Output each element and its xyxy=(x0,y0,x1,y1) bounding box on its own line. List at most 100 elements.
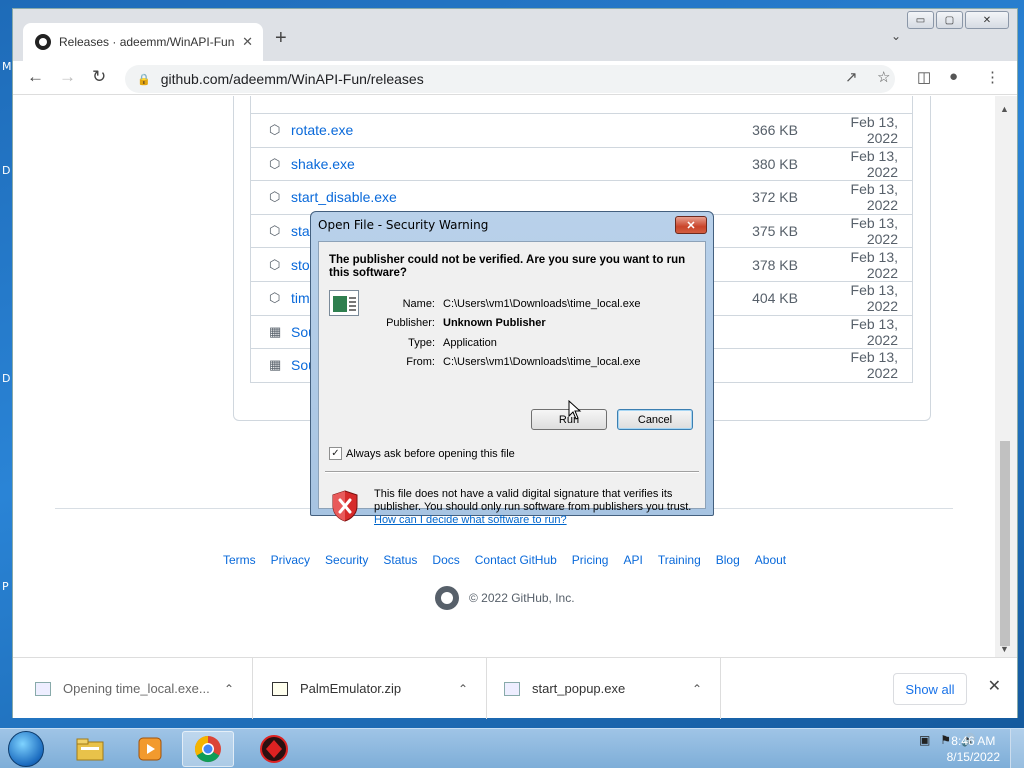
asset-name-link[interactable]: rotate.exe xyxy=(291,122,718,138)
download-item[interactable]: start_popup.exe ⌃ xyxy=(488,658,721,719)
dialog-close-button[interactable]: ✕ xyxy=(675,216,707,234)
asset-size: 375 KB xyxy=(752,223,798,240)
address-bar[interactable]: 🔒 github.com/adeemm/WinAPI-Fun/releases xyxy=(125,65,895,93)
dialog-body: The publisher could not be verified. Are… xyxy=(318,241,706,526)
warning-text: This file does not have a valid digital … xyxy=(374,488,692,513)
mouse-cursor-icon xyxy=(568,400,582,420)
download-name: start_popup.exe xyxy=(532,681,626,696)
download-item[interactable]: Opening time_local.exe... ⌃ xyxy=(13,658,253,719)
clock-date: 8/15/2022 xyxy=(946,750,1000,764)
close-shelf-icon[interactable]: ✕ xyxy=(988,676,1001,696)
footer-link-contact[interactable]: Contact GitHub xyxy=(475,553,557,567)
browser-toolbar: ← → ↻ 🔒 github.com/adeemm/WinAPI-Fun/rel… xyxy=(13,61,1017,95)
from-label: From: xyxy=(406,356,435,368)
github-logo-icon[interactable] xyxy=(435,586,459,610)
tab-close-icon[interactable]: ✕ xyxy=(242,34,253,50)
always-ask-checkbox[interactable]: ✓ Always ask before opening this file xyxy=(329,447,515,460)
close-window-button[interactable]: ✕ xyxy=(965,11,1009,29)
footer-link-privacy[interactable]: Privacy xyxy=(271,553,310,567)
asset-name-link[interactable]: start_disable.exe xyxy=(291,189,718,205)
lock-icon: 🔒 xyxy=(137,73,151,86)
start-button[interactable] xyxy=(8,731,44,767)
footer-link-blog[interactable]: Blog xyxy=(716,553,740,567)
scroll-up-icon[interactable]: ▲ xyxy=(1000,104,1009,114)
show-all-button[interactable]: Show all xyxy=(893,673,967,705)
asset-date: Feb 13, 2022 xyxy=(850,147,898,180)
dialog-title: Open File - Security Warning xyxy=(318,218,489,232)
tab-releases[interactable]: Releases · adeemm/WinAPI-Fun ✕ xyxy=(23,23,263,61)
checkbox-label: Always ask before opening this file xyxy=(346,447,515,460)
taskbar: ▣ ⚑ 🔊 8:46 AM 8/15/2022 xyxy=(0,728,1024,768)
publisher-row: Publisher: Unknown Publisher xyxy=(359,317,546,329)
desktop-icon-label: P xyxy=(2,580,9,593)
show-desktop-button[interactable] xyxy=(1010,729,1024,768)
explorer-taskbar-icon[interactable] xyxy=(64,731,116,767)
chevron-up-icon[interactable]: ⌃ xyxy=(224,682,234,696)
media-player-taskbar-icon[interactable] xyxy=(124,731,176,767)
zip-icon: ▦ xyxy=(269,323,282,339)
application-icon xyxy=(329,290,359,316)
menu-kebab-icon[interactable]: ⋮ xyxy=(985,68,1000,86)
dialog-headline: The publisher could not be verified. Are… xyxy=(329,254,686,279)
scroll-down-icon[interactable]: ▼ xyxy=(1000,644,1009,654)
footer-link-about[interactable]: About xyxy=(755,553,786,567)
desktop-icon-label: D xyxy=(2,372,11,385)
profile-avatar-icon[interactable]: ● xyxy=(949,68,958,85)
maximize-button[interactable]: ▢ xyxy=(936,11,963,29)
new-tab-button[interactable]: + xyxy=(275,27,287,50)
footer-link-security[interactable]: Security xyxy=(325,553,368,567)
chevron-up-icon[interactable]: ⌃ xyxy=(692,682,702,696)
type-label: Type: xyxy=(408,337,435,349)
name-label: Name: xyxy=(402,298,435,310)
footer-link-api[interactable]: API xyxy=(623,553,642,567)
reload-icon[interactable]: ↻ xyxy=(92,67,106,87)
footer-link-training[interactable]: Training xyxy=(658,553,701,567)
network-icon[interactable]: ▣ xyxy=(919,733,930,747)
app-taskbar-icon[interactable] xyxy=(248,731,300,767)
asset-date: Feb 13, 2022 xyxy=(850,282,898,315)
tab-title: Releases · adeemm/WinAPI-Fun xyxy=(59,35,235,49)
asset-date: Feb 13, 2022 xyxy=(850,114,898,147)
zip-file-icon xyxy=(272,681,288,696)
chevron-up-icon[interactable]: ⌃ xyxy=(458,682,468,696)
share-icon[interactable]: ↗ xyxy=(845,68,858,86)
asset-date: Feb 13, 2022 xyxy=(850,248,898,281)
asset-size: 378 KB xyxy=(752,256,798,273)
cancel-button[interactable]: Cancel xyxy=(617,409,693,430)
footer-link-terms[interactable]: Terms xyxy=(223,553,256,567)
asset-row[interactable]: ⬡ start_disable.exe 372 KB Feb 13, 2022 xyxy=(251,180,912,214)
bookmark-star-icon[interactable]: ☆ xyxy=(877,68,890,86)
tab-search-chevron-icon[interactable]: ⌄ xyxy=(891,29,901,43)
back-icon[interactable]: ← xyxy=(27,67,44,87)
desktop-icon-label: D xyxy=(2,164,11,177)
forward-icon[interactable]: → xyxy=(59,67,76,87)
asset-size: 380 KB xyxy=(752,155,798,172)
chrome-taskbar-icon[interactable] xyxy=(182,731,234,767)
from-row: From: C:\Users\vm1\Downloads\time_local.… xyxy=(359,356,640,368)
asset-name-link[interactable]: shake.exe xyxy=(291,156,718,172)
clock[interactable]: 8:46 AM 8/15/2022 xyxy=(947,733,1000,765)
package-icon: ⬡ xyxy=(269,256,281,272)
scrollbar-thumb[interactable] xyxy=(1000,441,1010,646)
help-link[interactable]: How can I decide what software to run? xyxy=(374,514,567,526)
footer-link-pricing[interactable]: Pricing xyxy=(572,553,609,567)
name-value: C:\Users\vm1\Downloads\time_local.exe xyxy=(443,298,641,310)
side-panel-icon[interactable]: ◫ xyxy=(917,68,931,86)
zip-icon: ▦ xyxy=(269,357,282,373)
package-icon: ⬡ xyxy=(269,290,281,306)
asset-size: 404 KB xyxy=(752,290,798,307)
asset-row[interactable]: ⬡ shake.exe 380 KB Feb 13, 2022 xyxy=(251,146,912,181)
asset-date: Feb 13, 2022 xyxy=(850,181,898,214)
minimize-button[interactable]: ▭ xyxy=(907,11,934,29)
footer-link-status[interactable]: Status xyxy=(383,553,417,567)
footer-link-docs[interactable]: Docs xyxy=(432,553,459,567)
asset-date: Feb 13, 2022 xyxy=(850,315,898,348)
page-scrollbar[interactable]: ▲ ▼ xyxy=(995,96,1017,657)
asset-row[interactable]: ⬡ rotate.exe 366 KB Feb 13, 2022 xyxy=(251,113,912,147)
download-item[interactable]: PalmEmulator.zip ⌃ xyxy=(254,658,487,719)
asset-size: 366 KB xyxy=(752,122,798,139)
exe-file-icon xyxy=(504,681,520,696)
publisher-label: Publisher: xyxy=(386,317,435,329)
checkbox-checked-icon[interactable]: ✓ xyxy=(329,447,342,460)
publisher-value: Unknown Publisher xyxy=(443,317,546,329)
